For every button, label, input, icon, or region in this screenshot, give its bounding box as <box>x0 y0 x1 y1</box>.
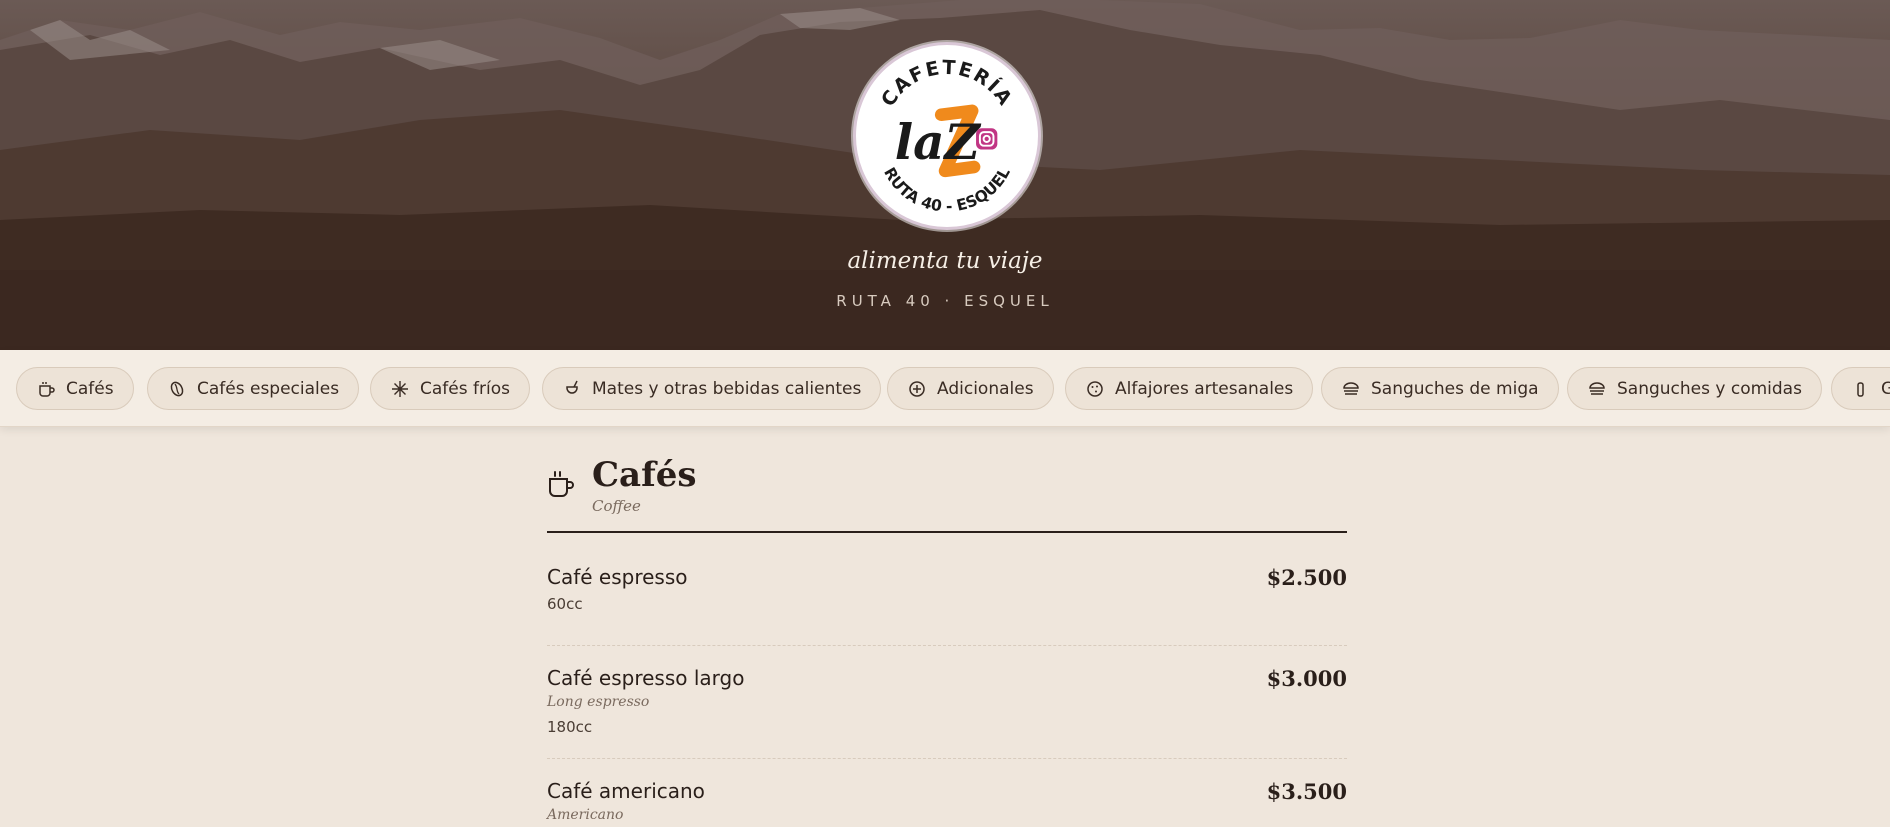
category-label: Adicionales <box>937 378 1034 399</box>
item-english-name: Americano <box>547 807 624 823</box>
category-chip-cafes[interactable]: Cafés <box>16 367 134 410</box>
logo-top-text: CAFETERÍA <box>876 56 1015 111</box>
item-price: $3.000 <box>1266 666 1347 691</box>
section-header: Cafés Coffee <box>547 427 1347 533</box>
cup-icon <box>37 380 55 398</box>
item-name: Café espresso <box>547 565 688 589</box>
category-nav: Cafés Cafés especiales Cafés fríos Mates… <box>0 350 1890 427</box>
logo-badge-icon: CAFETERÍA RUTA 40 - ESQUEL laZ <box>876 56 1017 216</box>
category-label: Alfajores artesanales <box>1115 378 1294 399</box>
category-chip-adicionales[interactable]: Adicionales <box>887 367 1054 410</box>
category-chip-sanguches-y-comidas[interactable]: Sanguches y comidas <box>1567 367 1822 410</box>
category-chip-sanguches-de-miga[interactable]: Sanguches de miga <box>1321 367 1559 410</box>
mate-icon <box>563 380 581 398</box>
bottle-icon <box>1852 380 1870 398</box>
item-name: Café espresso largo <box>547 666 745 690</box>
section-title: Cafés <box>592 455 697 495</box>
category-label: Cafés especiales <box>197 378 340 399</box>
category-label: Sanguches y comidas <box>1617 378 1802 399</box>
category-label: Cafés fríos <box>420 378 510 399</box>
item-price: $3.500 <box>1266 779 1347 804</box>
category-chip-mates[interactable]: Mates y otras bebidas calientes <box>542 367 882 410</box>
section-subtitle: Coffee <box>592 497 641 515</box>
category-label: Sanguches de miga <box>1371 378 1539 399</box>
svg-text:CAFETERÍA: CAFETERÍA <box>876 56 1017 111</box>
category-chip-cafes-frios[interactable]: Cafés fríos <box>370 367 530 410</box>
menu-item[interactable]: Café americano Americano $3.500 <box>547 759 1347 827</box>
sandwich-icon <box>1588 380 1606 398</box>
cafe-logo[interactable]: CAFETERÍA RUTA 40 - ESQUEL laZ <box>853 42 1041 230</box>
location-subline: RUTA 40 · ESQUEL <box>836 292 1054 310</box>
tagline: alimenta tu viaje <box>847 248 1043 274</box>
menu-item[interactable]: Café espresso 60cc $2.500 <box>547 533 1347 646</box>
menu-item[interactable]: Café espresso largo Long espresso 180cc … <box>547 646 1347 759</box>
menu-content: Cafés Coffee Café espresso 60cc $2.500 C… <box>547 427 1347 827</box>
category-chip-cafes-especiales[interactable]: Cafés especiales <box>147 367 360 410</box>
plus-circle-icon <box>908 380 926 398</box>
item-description: 60cc <box>547 595 583 613</box>
category-label: G <box>1881 379 1890 399</box>
logo-mark: laZ <box>895 115 982 171</box>
item-price: $2.500 <box>1266 565 1347 590</box>
category-label: Cafés <box>66 378 114 399</box>
cookie-icon <box>1086 380 1104 398</box>
sandwich-icon <box>1342 380 1360 398</box>
bean-icon <box>168 380 186 398</box>
item-description: 180cc <box>547 718 593 736</box>
cup-icon <box>549 471 574 497</box>
hero-banner: CAFETERÍA RUTA 40 - ESQUEL laZ alimenta … <box>0 0 1890 350</box>
category-label: Mates y otras bebidas calientes <box>592 378 862 399</box>
snowflake-icon <box>391 380 409 398</box>
item-english-name: Long espresso <box>547 694 650 710</box>
category-chip-partial[interactable]: G <box>1831 367 1890 410</box>
category-chip-alfajores[interactable]: Alfajores artesanales <box>1065 367 1314 410</box>
item-name: Café americano <box>547 779 705 803</box>
